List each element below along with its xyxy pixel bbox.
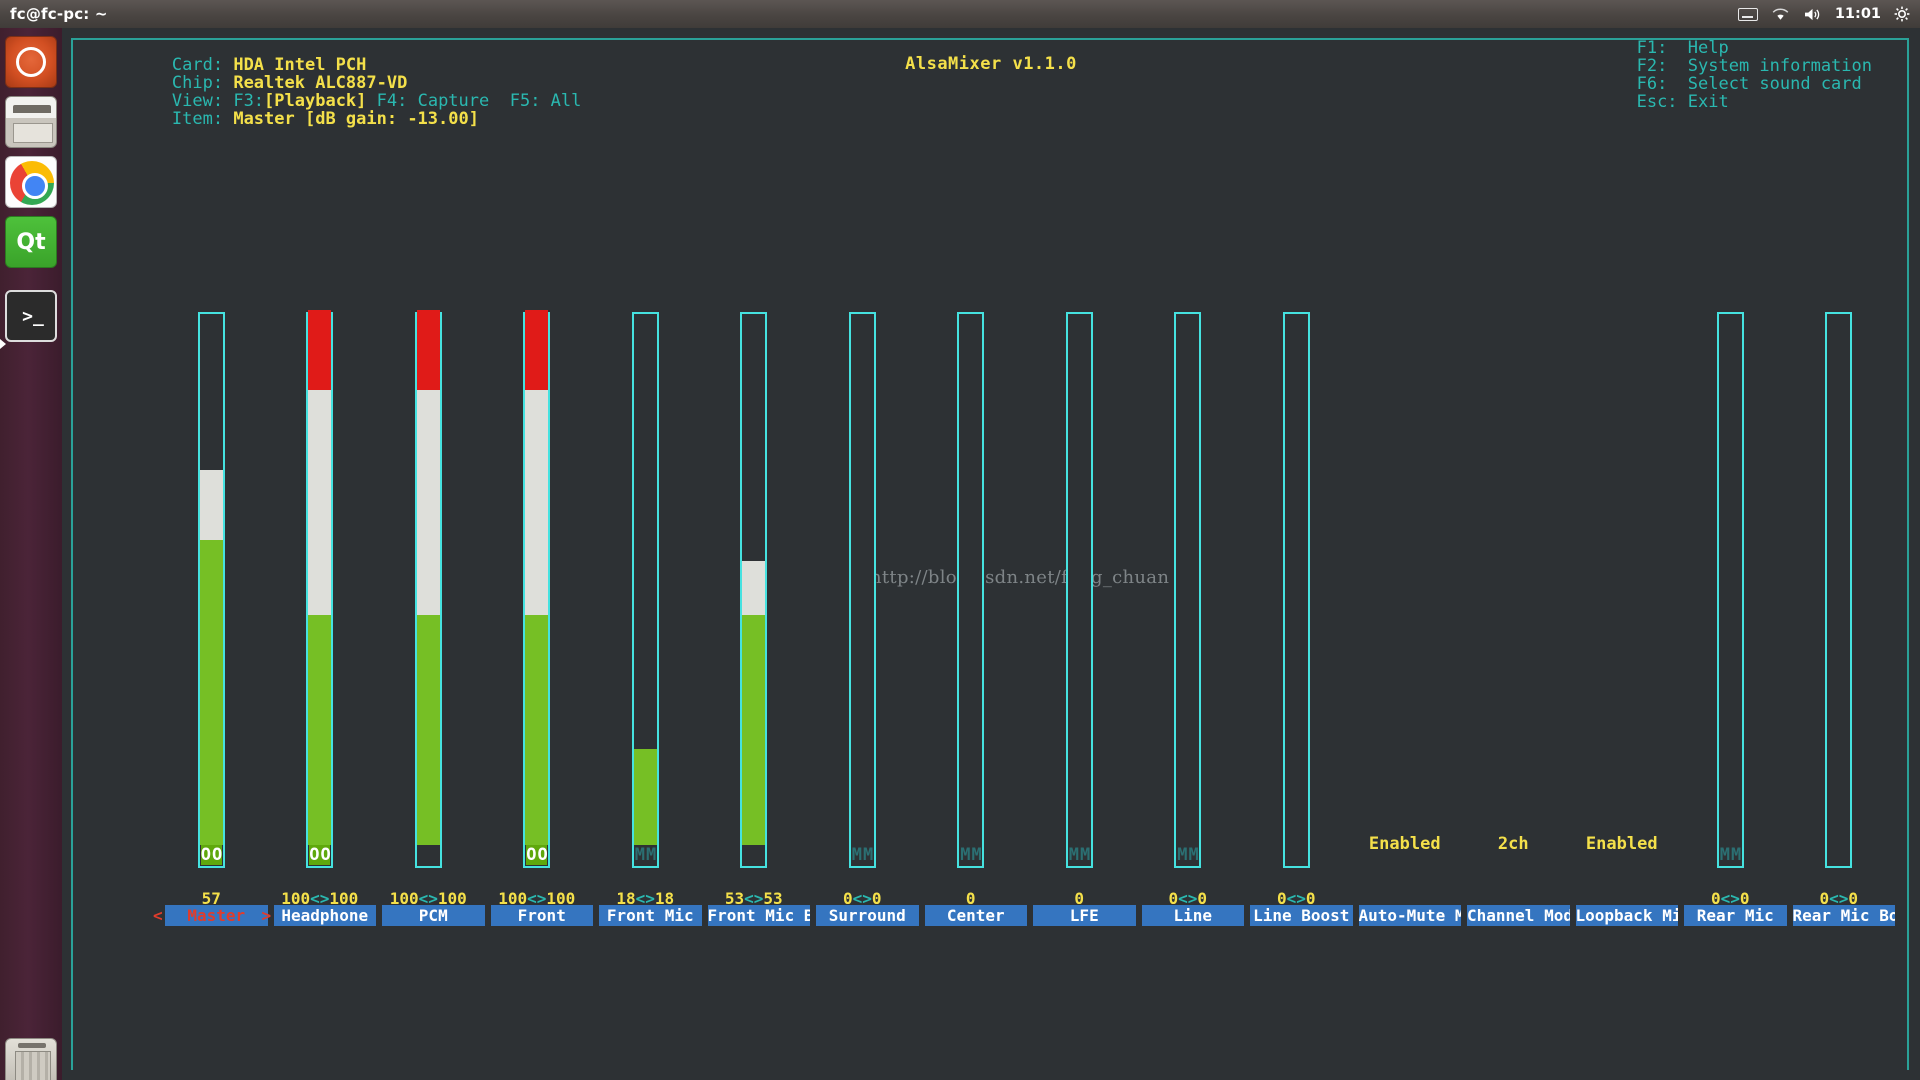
channel-name-rear-mic[interactable]: Rear Mic xyxy=(1684,905,1787,926)
unity-launcher: Qt >_ xyxy=(0,28,62,1080)
system-tray: 11:01 xyxy=(1737,6,1920,22)
slider-fill-white xyxy=(199,470,223,540)
running-indicator-icon xyxy=(0,339,6,349)
volume-slider[interactable]: MM xyxy=(1174,312,1202,868)
mixer-strips: OO 57 Master < > OO 100<>100 Headphone 100<>100 P… xyxy=(62,28,1920,1070)
volume-slider[interactable]: OO xyxy=(523,310,551,868)
terminal-label: >_ xyxy=(22,305,44,327)
channel-name-center[interactable]: Center xyxy=(924,905,1027,926)
launcher-trash-icon[interactable] xyxy=(5,1038,57,1080)
volume-slider[interactable] xyxy=(414,310,442,868)
launcher-terminal-icon[interactable]: >_ xyxy=(5,290,57,342)
launcher-files-icon[interactable] xyxy=(5,96,57,148)
volume-icon[interactable] xyxy=(1803,7,1822,22)
slider-fill-red xyxy=(308,310,332,390)
slider-fill-red xyxy=(416,310,440,390)
clock[interactable]: 11:01 xyxy=(1835,6,1881,22)
channel-name-front-mic[interactable]: Front Mic xyxy=(599,905,702,926)
channel-name-lfe[interactable]: LFE xyxy=(1033,905,1136,926)
mute-indicator[interactable]: MM xyxy=(1720,845,1741,865)
volume-slider[interactable]: MM xyxy=(631,312,659,868)
slider-fill-white xyxy=(308,390,332,615)
channel-name-front-mic-b[interactable]: Front Mic B xyxy=(707,905,810,926)
slider-fill-green xyxy=(416,615,440,845)
launcher-chrome-icon[interactable] xyxy=(5,156,57,208)
channel-name-pcm[interactable]: PCM xyxy=(382,905,485,926)
slider-fill-green xyxy=(525,615,549,845)
slider-fill-green xyxy=(199,540,223,845)
channel-name-rear-mic-bo[interactable]: Rear Mic Bo xyxy=(1792,905,1895,926)
channel-name-surround[interactable]: Surround xyxy=(816,905,919,926)
volume-slider[interactable] xyxy=(1282,312,1310,868)
volume-slider[interactable]: MM xyxy=(848,312,876,868)
slider-fill-red xyxy=(525,310,549,390)
volume-slider[interactable] xyxy=(740,312,768,868)
mute-indicator[interactable]: OO xyxy=(309,845,331,865)
keyboard-icon[interactable] xyxy=(1737,7,1758,21)
channel-name-line[interactable]: Line xyxy=(1141,905,1244,926)
wifi-icon[interactable] xyxy=(1771,7,1790,21)
volume-slider[interactable]: OO xyxy=(306,310,334,868)
channel-name-channel-mod[interactable]: Channel Mod xyxy=(1467,905,1570,926)
qt-label: Qt xyxy=(16,229,46,255)
terminal-window[interactable]: AlsaMixer v1.1.0 Card: HDA Intel PCH Chi… xyxy=(62,28,1920,1070)
slider-fill-white xyxy=(742,561,766,615)
slider-fill-green xyxy=(308,615,332,845)
volume-slider[interactable]: OO xyxy=(197,312,225,868)
top-panel: fc@fc-pc: ~ 11:01 xyxy=(0,0,1920,28)
channel-name-front[interactable]: Front xyxy=(490,905,593,926)
channel-name-headphone[interactable]: Headphone xyxy=(273,905,376,926)
mute-indicator[interactable]: MM xyxy=(960,845,981,865)
mute-indicator[interactable]: MM xyxy=(1177,845,1198,865)
slider-fill-green xyxy=(742,615,766,845)
channel-name-master[interactable]: Master xyxy=(165,905,268,926)
window-title: fc@fc-pc: ~ xyxy=(10,5,108,23)
mute-indicator[interactable]: OO xyxy=(526,845,548,865)
channel-name-auto-mute-m[interactable]: Auto-Mute M xyxy=(1358,905,1461,926)
mute-indicator[interactable]: MM xyxy=(635,845,656,865)
volume-slider[interactable]: MM xyxy=(1065,312,1093,868)
selection-arrow-left[interactable]: < xyxy=(153,905,163,926)
mute-indicator[interactable]: OO xyxy=(200,845,222,865)
channel-name-line-boost[interactable]: Line Boost xyxy=(1250,905,1353,926)
enum-value[interactable]: Enabled xyxy=(1344,834,1467,854)
gear-icon[interactable] xyxy=(1894,6,1910,22)
enum-value[interactable]: 2ch xyxy=(1452,834,1575,854)
launcher-qt-creator-icon[interactable]: Qt xyxy=(5,216,57,268)
channel-name-loopback-mi[interactable]: Loopback Mi xyxy=(1575,905,1678,926)
slider-fill-white xyxy=(525,390,549,615)
mute-indicator[interactable]: MM xyxy=(1069,845,1090,865)
screen: fc@fc-pc: ~ 11:01 Qt >_ AlsaMixer v1.1.0… xyxy=(0,0,1920,1080)
volume-slider[interactable]: MM xyxy=(957,312,985,868)
enum-value[interactable]: Enabled xyxy=(1561,834,1684,854)
volume-slider[interactable]: MM xyxy=(1716,312,1744,868)
slider-fill-white xyxy=(416,390,440,615)
mute-indicator[interactable]: MM xyxy=(852,845,873,865)
selection-arrow-right[interactable]: > xyxy=(262,905,272,926)
slider-fill-green xyxy=(633,749,657,845)
volume-slider[interactable] xyxy=(1825,312,1853,868)
launcher-ubuntu-dash-icon[interactable] xyxy=(5,36,57,88)
